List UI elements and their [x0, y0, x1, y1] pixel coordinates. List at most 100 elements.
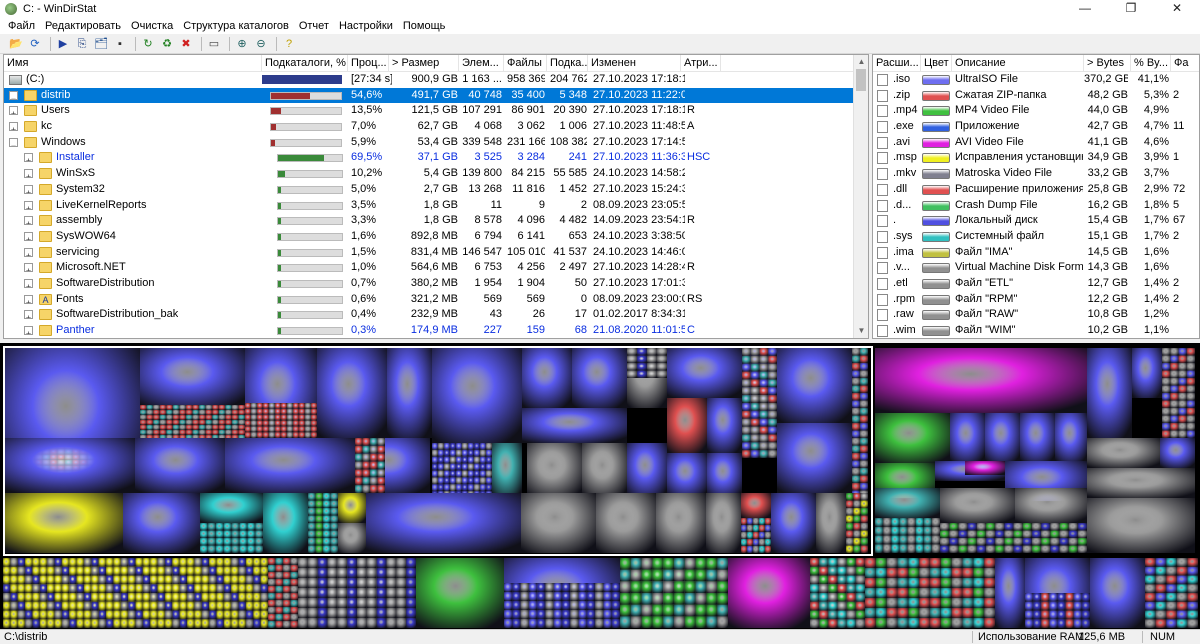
treemap-file-tile[interactable]	[940, 545, 950, 554]
treemap-file-tile[interactable]	[860, 538, 868, 546]
treemap-file-tile[interactable]	[1077, 523, 1087, 531]
treemap-file-tile[interactable]	[153, 430, 160, 435]
treemap-file-tile[interactable]	[172, 575, 180, 585]
treemap-file-tile[interactable]	[275, 565, 284, 572]
treemap-file-tile[interactable]	[765, 525, 771, 532]
treemap-file-tile[interactable]	[25, 593, 33, 602]
treemap-file-tile[interactable]	[377, 445, 386, 454]
treemap-file-tile[interactable]	[54, 601, 62, 611]
treemap-file-tile[interactable]	[207, 523, 216, 531]
treemap-file-tile[interactable]	[931, 518, 940, 527]
treemap-file-tile[interactable]	[865, 608, 876, 618]
treemap-file-tile[interactable]	[283, 579, 291, 586]
treemap-file-tile[interactable]	[444, 470, 450, 478]
treemap-file-tile[interactable]	[223, 558, 232, 567]
treemap-file-tile[interactable]	[1145, 593, 1156, 602]
treemap-file-tile[interactable]	[377, 461, 386, 470]
treemap-file-tile[interactable]	[61, 619, 70, 628]
treemap-file-tile[interactable]	[899, 535, 908, 545]
treemap-file-tile[interactable]	[742, 426, 751, 435]
treemap-file-tile[interactable]	[595, 619, 604, 628]
treemap-file-tile[interactable]	[386, 608, 397, 618]
treemap-file-tile[interactable]	[512, 592, 521, 601]
treemap-file-tile[interactable]	[474, 456, 480, 464]
treemap-file-tile[interactable]	[908, 568, 920, 578]
treemap-tile[interactable]	[366, 493, 521, 553]
treemap-file-tile[interactable]	[1073, 593, 1082, 602]
treemap-file-tile[interactable]	[695, 616, 707, 628]
treemap-file-tile[interactable]	[299, 432, 305, 438]
treemap-file-tile[interactable]	[450, 449, 456, 457]
treemap-file-tile[interactable]	[759, 532, 765, 539]
treemap-file-tile[interactable]	[674, 569, 685, 582]
treemap-file-tile[interactable]	[406, 558, 416, 568]
treemap-file-tile[interactable]	[468, 477, 474, 485]
treemap-file-tile[interactable]	[106, 558, 114, 567]
treemap-file-tile[interactable]	[199, 420, 206, 425]
treemap-file-tile[interactable]	[860, 370, 868, 379]
treemap-tile[interactable]	[338, 523, 366, 553]
treemap-file-tile[interactable]	[159, 415, 167, 420]
treemap-file-tile[interactable]	[293, 403, 299, 409]
treemap-file-tile[interactable]	[54, 575, 62, 585]
treemap-file-tile[interactable]	[396, 608, 407, 618]
treemap-file-tile[interactable]	[765, 518, 771, 525]
treemap-file-tile[interactable]	[347, 588, 357, 598]
treemap-file-tile[interactable]	[899, 518, 908, 527]
tree-row-distrib[interactable]: − distrib 54,6% 491,7 GB 40 748 35 400 5 348 27…	[4, 87, 853, 104]
treemap-tile[interactable]	[317, 348, 387, 438]
treemap-file-tile[interactable]	[106, 610, 114, 620]
treemap-file-tile[interactable]	[810, 610, 820, 620]
treemap-file-tile[interactable]	[474, 463, 480, 471]
treemap-file-tile[interactable]	[1077, 545, 1087, 554]
treemap-tile[interactable]	[1087, 438, 1160, 468]
treemap-file-tile[interactable]	[897, 618, 909, 628]
treemap-file-tile[interactable]	[10, 593, 18, 602]
treemap-file-tile[interactable]	[251, 414, 257, 421]
treemap-file-tile[interactable]	[852, 385, 860, 394]
treemap-file-tile[interactable]	[223, 575, 232, 585]
treemap-file-tile[interactable]	[146, 425, 154, 430]
treemap-file-tile[interactable]	[860, 348, 868, 356]
extension-row[interactable]: .sys Системный файл 15,1 GB 1,7% 2	[873, 229, 1199, 245]
treemap-file-tile[interactable]	[330, 545, 339, 554]
treemap-file-tile[interactable]	[641, 569, 653, 582]
treemap-file-tile[interactable]	[717, 581, 728, 593]
treemap-file-tile[interactable]	[855, 566, 865, 576]
treemap-file-tile[interactable]	[1050, 523, 1060, 531]
treemap-file-tile[interactable]	[1178, 370, 1187, 379]
treemap-file-tile[interactable]	[855, 575, 865, 585]
treemap-file-tile[interactable]	[759, 525, 765, 532]
treemap-file-tile[interactable]	[1065, 610, 1074, 620]
treemap-file-tile[interactable]	[201, 610, 210, 620]
treemap-file-tile[interactable]	[450, 443, 456, 450]
treemap-file-tile[interactable]	[218, 425, 226, 430]
treemap-file-tile[interactable]	[717, 558, 728, 570]
treemap-file-tile[interactable]	[305, 414, 311, 421]
treemap-file-tile[interactable]	[1031, 523, 1042, 531]
zoom-in-icon[interactable]: ⊕	[234, 36, 250, 52]
treemap-file-tile[interactable]	[1186, 385, 1195, 394]
treemap-file-tile[interactable]	[128, 601, 136, 611]
treemap-file-tile[interactable]	[299, 420, 305, 427]
treemap-file-tile[interactable]	[962, 588, 974, 598]
treemap-file-tile[interactable]	[376, 608, 387, 618]
treemap-file-tile[interactable]	[215, 523, 224, 531]
treemap-file-tile[interactable]	[865, 578, 876, 588]
treemap-file-tile[interactable]	[135, 601, 143, 611]
treemap-file-tile[interactable]	[855, 593, 865, 602]
treemap-file-tile[interactable]	[179, 566, 188, 576]
treemap-file-tile[interactable]	[537, 583, 546, 592]
treemap-file-tile[interactable]	[47, 593, 55, 602]
treemap-file-tile[interactable]	[570, 592, 579, 601]
treemap-file-tile[interactable]	[462, 449, 468, 457]
treemap-file-tile[interactable]	[209, 558, 217, 567]
treemap-file-tile[interactable]	[860, 475, 868, 484]
treemap-file-tile[interactable]	[657, 363, 667, 371]
treemap-file-tile[interactable]	[931, 535, 940, 545]
treemap-file-tile[interactable]	[164, 601, 173, 611]
treemap-file-tile[interactable]	[897, 568, 909, 578]
treemap-file-tile[interactable]	[61, 566, 70, 576]
treemap-file-tile[interactable]	[76, 593, 84, 602]
treemap-file-tile[interactable]	[142, 584, 151, 593]
